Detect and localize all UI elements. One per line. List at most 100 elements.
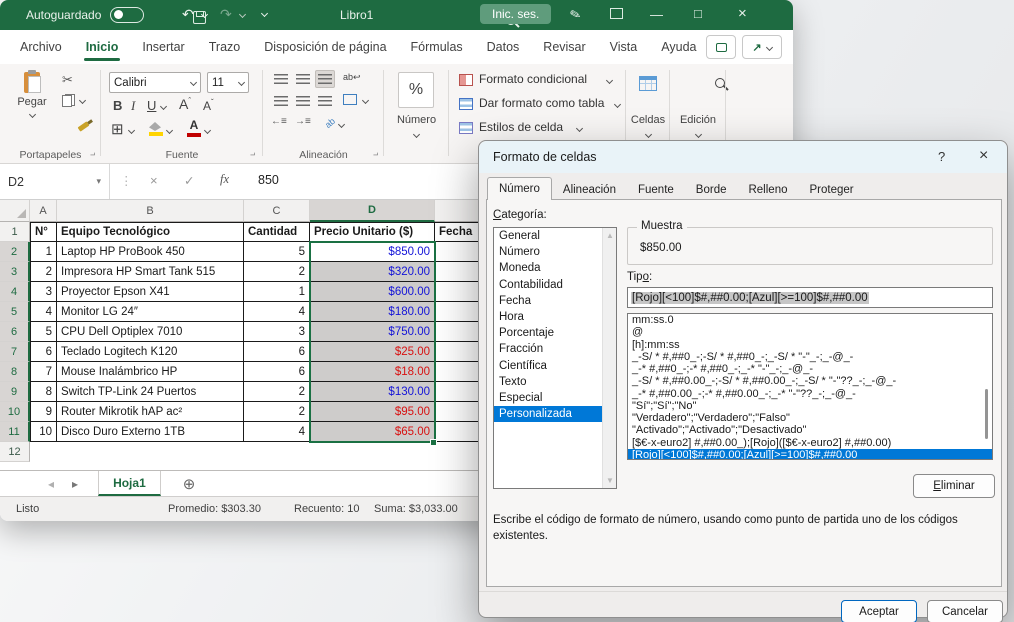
orientation-dropdown-icon[interactable] bbox=[338, 121, 345, 128]
fill-color-button[interactable] bbox=[149, 122, 163, 136]
cell[interactable]: 8 bbox=[30, 382, 57, 402]
row-header[interactable]: 7 bbox=[0, 342, 30, 362]
format-code-item[interactable]: "Verdadero";"Verdadero";"Falso" bbox=[628, 412, 992, 424]
wrap-text-icon[interactable]: ab↩ bbox=[343, 72, 361, 83]
dialog-tab-fuente[interactable]: Fuente bbox=[627, 180, 685, 200]
close-button[interactable]: × bbox=[738, 5, 747, 22]
decrease-indent-icon[interactable]: ←≡ bbox=[271, 116, 287, 127]
cell-header-cantidad[interactable]: Cantidad bbox=[244, 222, 310, 242]
cell-header-equipo[interactable]: Equipo Tecnológico bbox=[57, 222, 244, 242]
category-item[interactable]: Hora bbox=[494, 309, 602, 325]
category-item[interactable]: Especial bbox=[494, 390, 602, 406]
cell[interactable]: Laptop HP ProBook 450 bbox=[57, 242, 244, 262]
cell[interactable]: Router Mikrotik hAP ac² bbox=[57, 402, 244, 422]
conditional-formatting-button[interactable]: Formato condicional bbox=[479, 72, 587, 86]
tab-archivo[interactable]: Archivo bbox=[8, 31, 74, 63]
cell[interactable]: Proyector Epson X41 bbox=[57, 282, 244, 302]
scroll-down-icon[interactable]: ▼ bbox=[603, 476, 617, 485]
align-middle-icon[interactable] bbox=[293, 70, 313, 88]
dialog-tab-proteger[interactable]: Proteger bbox=[798, 180, 864, 200]
cell[interactable]: 3 bbox=[30, 282, 57, 302]
status-count[interactable]: Recuento: 10 bbox=[294, 503, 359, 515]
tab-ayuda[interactable]: Ayuda bbox=[649, 31, 708, 63]
merge-dropdown-icon[interactable] bbox=[362, 97, 369, 104]
cell[interactable]: 5 bbox=[30, 322, 57, 342]
cell[interactable]: Monitor LG 24″ bbox=[57, 302, 244, 322]
tab-disposicion[interactable]: Disposición de página bbox=[252, 31, 398, 63]
comments-button[interactable] bbox=[706, 35, 736, 59]
row-header[interactable]: 11 bbox=[0, 422, 30, 442]
row-header[interactable]: 1 bbox=[0, 222, 30, 242]
row-header[interactable]: 8 bbox=[0, 362, 30, 382]
format-list-scrollbar-thumb[interactable] bbox=[985, 389, 988, 438]
paste-button[interactable]: Pegar bbox=[12, 72, 52, 120]
cell[interactable]: 6 bbox=[244, 362, 310, 382]
formula-input-value[interactable]: 850 bbox=[258, 173, 279, 187]
undo-icon[interactable]: ↶ bbox=[182, 6, 194, 23]
format-code-list[interactable]: mm:ss.0 @ [h]:mm:ss _-S/ * #,##0_-;-S/ *… bbox=[627, 313, 993, 460]
format-code-item[interactable]: mm:ss.0 bbox=[628, 314, 992, 326]
dialog-tab-relleno[interactable]: Relleno bbox=[737, 180, 798, 200]
cell[interactable]: 4 bbox=[244, 422, 310, 442]
cell[interactable]: 2 bbox=[244, 262, 310, 282]
row-header[interactable]: 10 bbox=[0, 402, 30, 422]
minimize-button[interactable]: — bbox=[650, 7, 663, 22]
cell[interactable]: 4 bbox=[30, 302, 57, 322]
autosave-toggle[interactable] bbox=[110, 7, 144, 23]
row-header[interactable]: 4 bbox=[0, 282, 30, 302]
status-sum[interactable]: Suma: $3,033.00 bbox=[374, 503, 458, 515]
category-item[interactable]: Fecha bbox=[494, 293, 602, 309]
bold-button[interactable]: B bbox=[113, 98, 122, 113]
font-size-select[interactable]: 11 bbox=[207, 72, 249, 93]
font-color-dropdown-icon[interactable] bbox=[204, 127, 211, 134]
cell[interactable]: 9 bbox=[30, 402, 57, 422]
cell[interactable]: $65.00 bbox=[310, 422, 435, 442]
cell[interactable]: 4 bbox=[244, 302, 310, 322]
category-item[interactable]: Contabilidad bbox=[494, 277, 602, 293]
cell[interactable]: 1 bbox=[30, 242, 57, 262]
shrink-font-button[interactable]: Aˇ bbox=[203, 98, 214, 113]
category-item[interactable]: Texto bbox=[494, 374, 602, 390]
cell[interactable]: $130.00 bbox=[310, 382, 435, 402]
format-code-item[interactable]: [h]:mm:ss bbox=[628, 339, 992, 351]
row-header[interactable]: 12 bbox=[0, 442, 30, 462]
format-code-item[interactable]: _-S/ * #,##0.00_-;-S/ * #,##0.00_-;_-S/ … bbox=[628, 375, 992, 387]
tab-inicio[interactable]: Inicio bbox=[74, 31, 131, 63]
quick-access-more-icon[interactable] bbox=[261, 10, 268, 17]
new-sheet-icon[interactable]: ⊕ bbox=[183, 475, 196, 493]
cell[interactable]: CPU Dell Optiplex 7010 bbox=[57, 322, 244, 342]
sheet-nav-right-icon[interactable]: ▸ bbox=[72, 477, 78, 491]
cell[interactable]: Switch TP-Link 24 Puertos bbox=[57, 382, 244, 402]
cell[interactable]: 1 bbox=[244, 282, 310, 302]
font-dialog-launcher-icon[interactable]: ⌐ bbox=[250, 150, 255, 160]
cell[interactable]: Disco Duro Externo 1TB bbox=[57, 422, 244, 442]
scroll-up-icon[interactable]: ▲ bbox=[603, 231, 617, 240]
dialog-tab-numero[interactable]: Número bbox=[487, 177, 552, 200]
cell[interactable]: 3 bbox=[244, 322, 310, 342]
name-box[interactable]: D2 ▾ bbox=[0, 164, 110, 199]
row-header[interactable]: 3 bbox=[0, 262, 30, 282]
borders-dropdown-icon[interactable] bbox=[128, 127, 135, 134]
clipboard-dialog-launcher-icon[interactable]: ⌐ bbox=[90, 150, 95, 160]
cell[interactable]: $95.00 bbox=[310, 402, 435, 422]
format-code-item[interactable]: "Sí";"Sí";"No" bbox=[628, 400, 992, 412]
ink-pen-icon[interactable]: ✎ bbox=[568, 6, 583, 24]
tab-formulas[interactable]: Fórmulas bbox=[399, 31, 475, 63]
share-button[interactable]: ↗ bbox=[742, 35, 782, 59]
tab-datos[interactable]: Datos bbox=[475, 31, 532, 63]
cell[interactable]: 2 bbox=[244, 402, 310, 422]
category-listbox[interactable]: General Número Moneda Contabilidad Fecha… bbox=[493, 227, 617, 489]
cell[interactable]: Impresora HP Smart Tank 515 bbox=[57, 262, 244, 282]
align-center-icon[interactable] bbox=[293, 92, 313, 110]
format-code-item[interactable]: _-* #,##0.00_-;-* #,##0.00_-;_-* "-"??_-… bbox=[628, 388, 992, 400]
category-item-selected[interactable]: Personalizada bbox=[494, 406, 602, 422]
sheet-tab-hoja1[interactable]: Hoja1 bbox=[98, 471, 161, 496]
font-name-select[interactable]: Calibri bbox=[109, 72, 201, 93]
tab-trazo[interactable]: Trazo bbox=[197, 31, 253, 63]
increase-indent-icon[interactable]: →≡ bbox=[295, 116, 311, 127]
category-item[interactable]: General bbox=[494, 228, 602, 244]
status-average[interactable]: Promedio: $303.30 bbox=[168, 503, 261, 515]
row-header[interactable]: 2 bbox=[0, 242, 30, 262]
copy-icon[interactable] bbox=[62, 94, 75, 107]
ribbon-options-icon[interactable] bbox=[610, 8, 623, 19]
